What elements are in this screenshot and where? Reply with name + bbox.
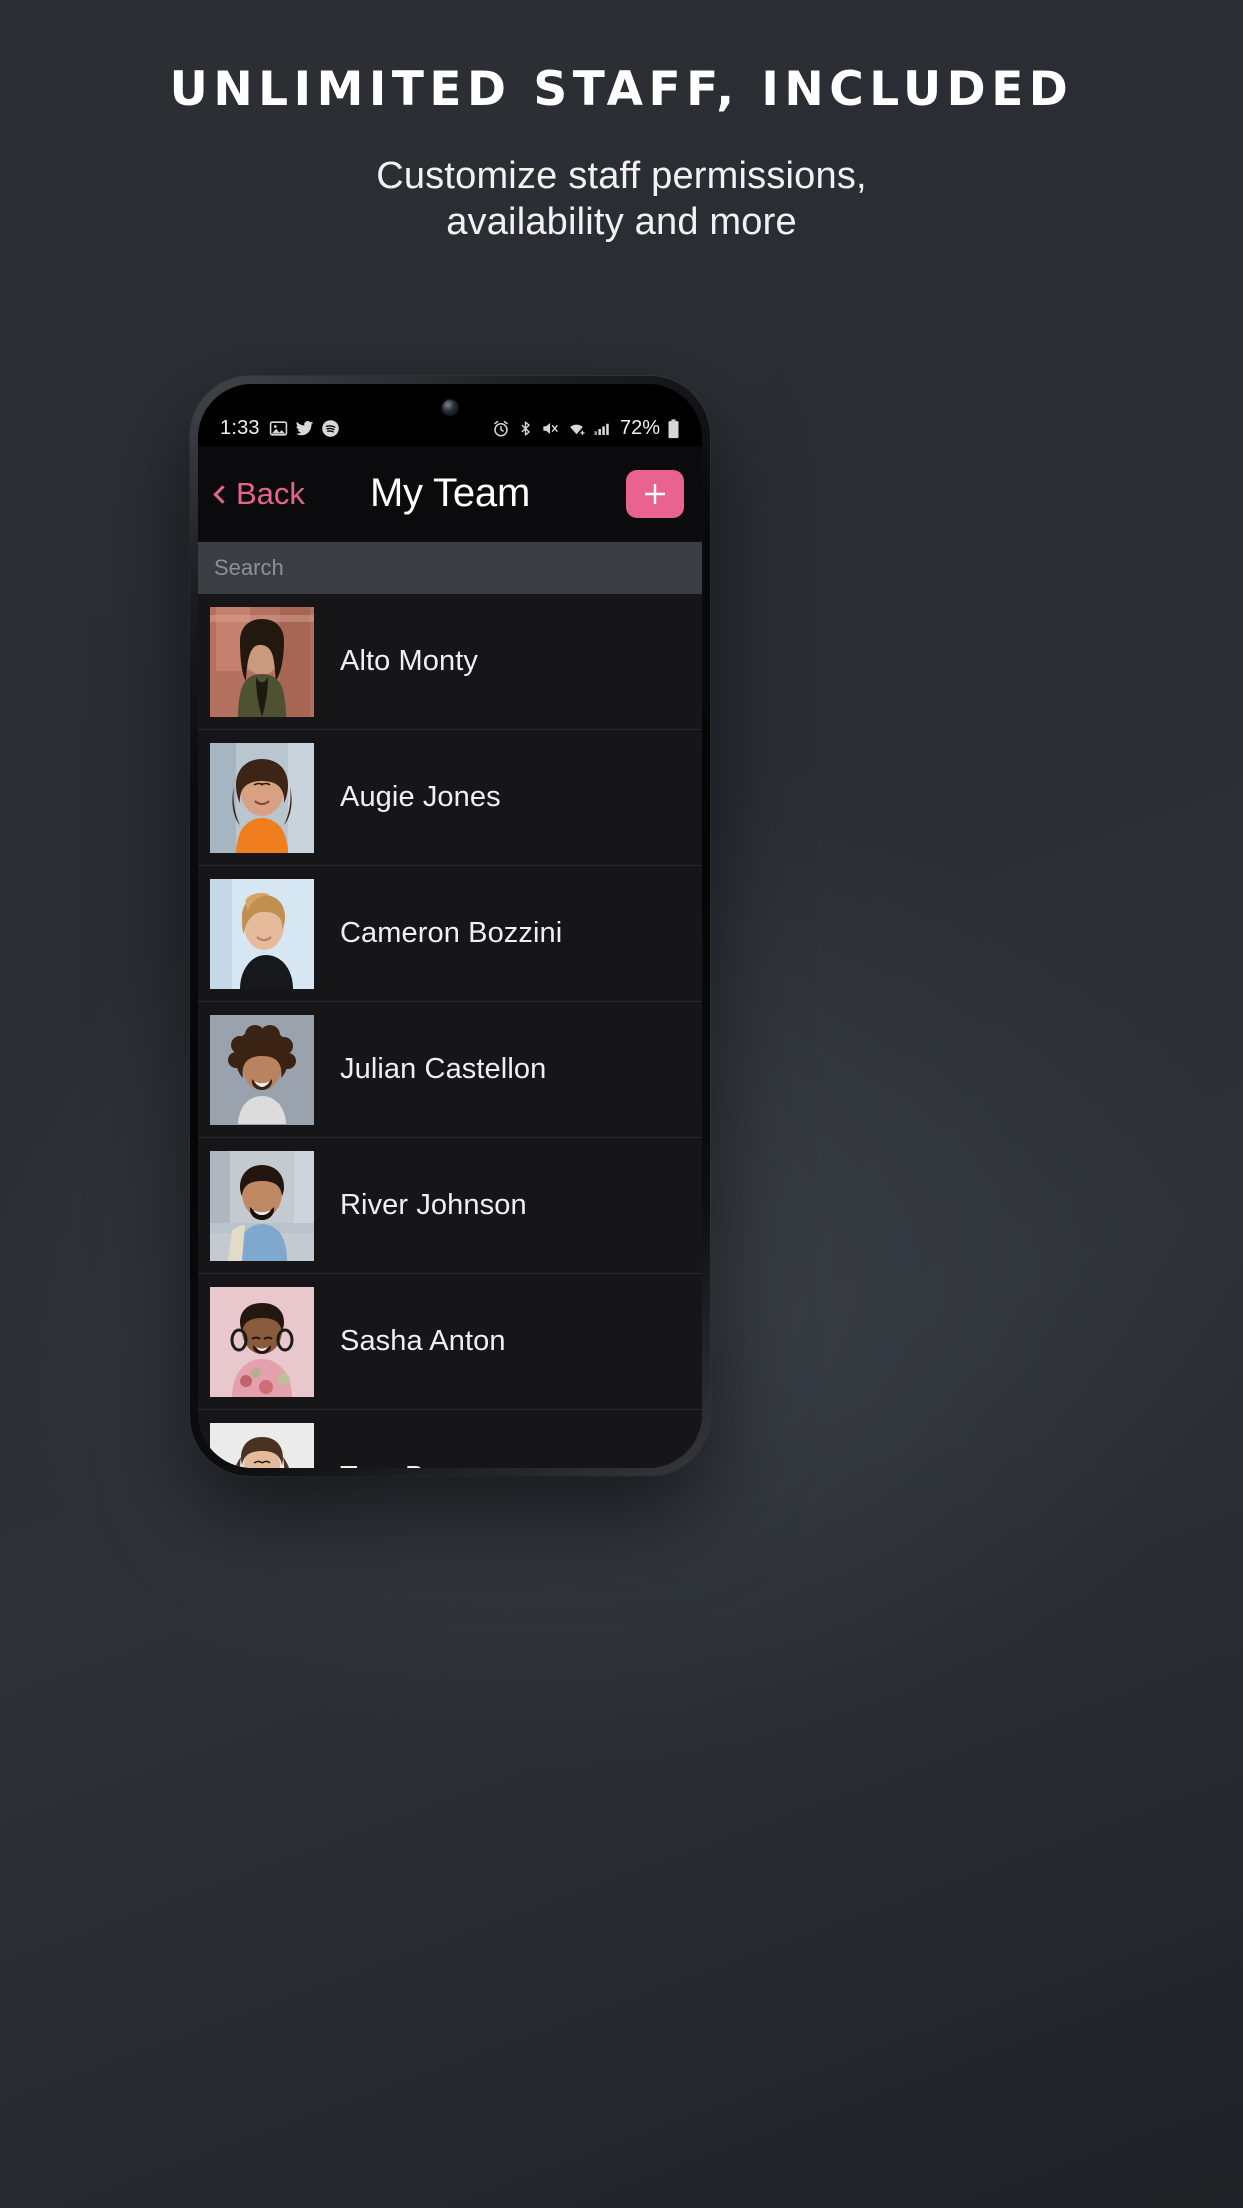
avatar bbox=[210, 742, 314, 853]
marketing-headline: UNLIMITED STAFF, INCLUDED bbox=[169, 62, 1074, 117]
search-input[interactable] bbox=[214, 555, 686, 581]
plus-icon bbox=[640, 479, 670, 509]
marketing-subheadline-line-2: availability and more bbox=[446, 201, 797, 243]
marketing-copy: UNLIMITED STAFF, INCLUDED Customize staf… bbox=[0, 62, 1243, 246]
battery-icon bbox=[667, 418, 680, 439]
table-cell-name: Augie Jones bbox=[340, 781, 501, 813]
alarm-icon bbox=[492, 420, 510, 438]
table-cell-name: Julian Castellon bbox=[340, 1053, 547, 1085]
table-row[interactable]: River Johnson bbox=[198, 1138, 702, 1274]
status-bar: 1:33 72% bbox=[198, 384, 702, 446]
table-cell-name: Sasha Anton bbox=[340, 1325, 506, 1357]
phone-mockup: 1:33 72% Back My Team Search Alto Monty … bbox=[190, 376, 710, 1476]
avatar bbox=[210, 1014, 314, 1125]
chevron-left-icon bbox=[213, 484, 232, 504]
phone-screen: 1:33 72% Back My Team Search Alto Monty … bbox=[198, 384, 702, 1468]
table-row[interactable]: Alto Monty bbox=[198, 594, 702, 730]
phone-bezel: 1:33 72% Back My Team Search Alto Monty … bbox=[198, 384, 702, 1468]
back-button[interactable]: Back bbox=[213, 475, 305, 512]
twitter-icon bbox=[295, 419, 314, 438]
avatar bbox=[210, 1286, 314, 1397]
table-row[interactable]: Cameron Bozzini bbox=[198, 866, 702, 1002]
table-row[interactable]: Augie Jones bbox=[198, 730, 702, 866]
status-bar-right: 72% bbox=[492, 417, 680, 440]
table-row[interactable]: Julian Castellon bbox=[198, 1002, 702, 1138]
marketing-subheadline-line-1: Customize staff permissions, bbox=[376, 155, 867, 198]
spotify-icon bbox=[321, 419, 340, 438]
marketing-subheadline: Customize staff permissions, availabilit… bbox=[80, 154, 1163, 245]
table-cell-name: River Johnson bbox=[340, 1189, 527, 1221]
avatar bbox=[210, 606, 314, 717]
add-staff-button[interactable] bbox=[626, 469, 684, 518]
table-cell-name: Tara Brown bbox=[340, 1461, 488, 1468]
bluetooth-icon bbox=[517, 420, 534, 437]
table-row[interactable]: Sasha Anton bbox=[198, 1274, 702, 1410]
front-camera-icon bbox=[442, 400, 458, 415]
cellular-signal-icon bbox=[593, 420, 611, 438]
gallery-icon bbox=[269, 419, 288, 438]
search-bar[interactable] bbox=[198, 542, 702, 594]
status-bar-left: 1:33 bbox=[220, 417, 340, 440]
app-navigation-bar: Back My Team bbox=[198, 446, 702, 542]
mute-vibrate-icon bbox=[541, 419, 560, 438]
avatar bbox=[210, 1422, 314, 1468]
table-cell-name: Alto Monty bbox=[340, 645, 478, 677]
team-member-list[interactable]: Alto Monty Augie Jones Cameron Bozzini J… bbox=[198, 594, 702, 1468]
avatar bbox=[210, 1150, 314, 1261]
back-button-label: Back bbox=[236, 475, 305, 511]
table-row[interactable]: Tara Brown bbox=[198, 1410, 702, 1468]
status-clock: 1:33 bbox=[220, 417, 260, 439]
table-cell-name: Cameron Bozzini bbox=[340, 917, 563, 949]
wifi-icon bbox=[567, 419, 586, 438]
battery-percent-label: 72% bbox=[619, 417, 660, 439]
avatar bbox=[210, 878, 314, 989]
